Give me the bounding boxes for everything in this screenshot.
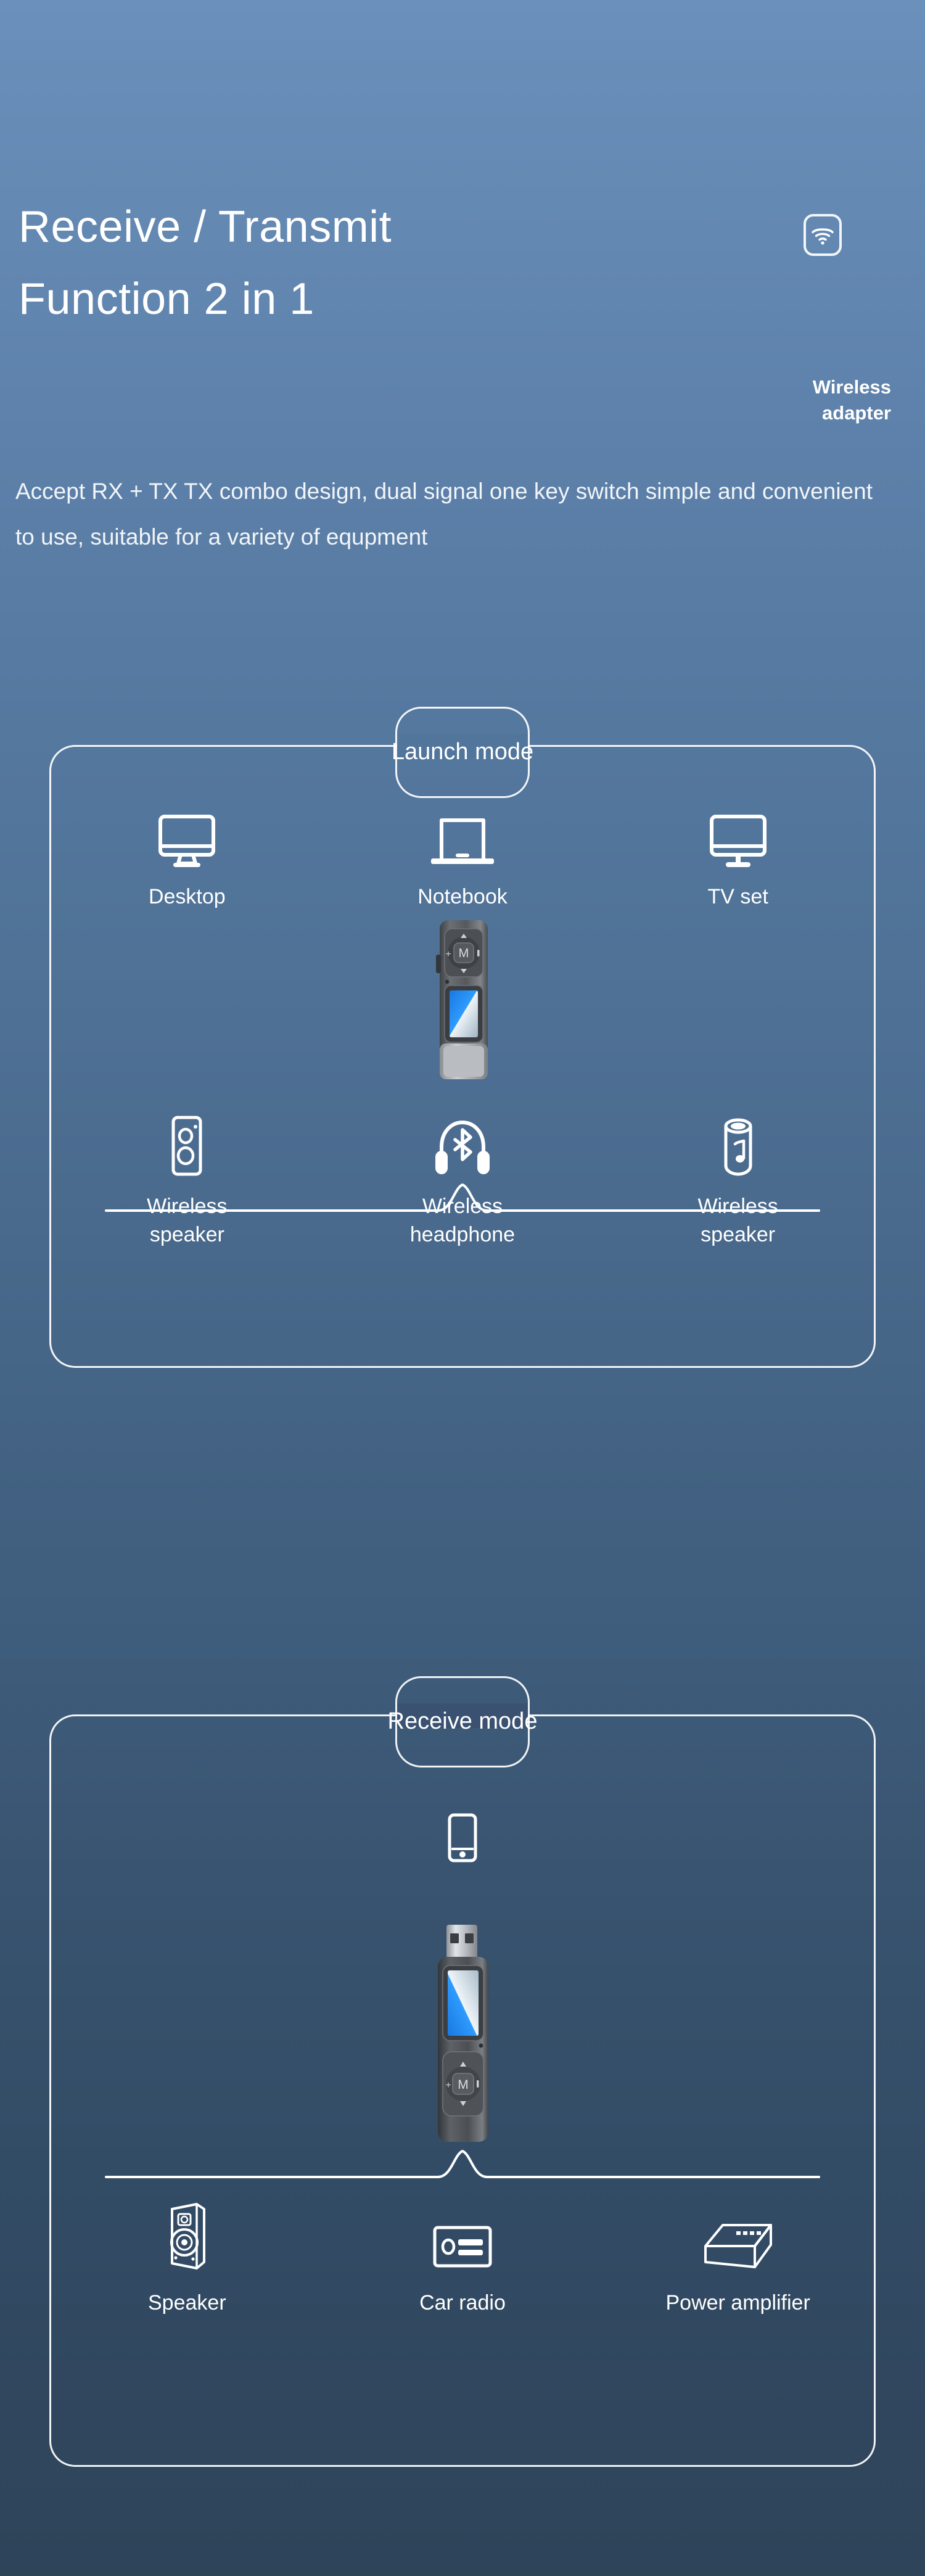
- source-label-tv: TV set: [707, 885, 768, 908]
- launch-target-row: Wireless speaker Wireless headphone Wire…: [49, 1115, 876, 1249]
- target-item-car-radio: Car radio: [325, 2202, 601, 2318]
- title-line-2: Function 2 in 1: [18, 274, 314, 324]
- source-item-notebook: Notebook: [325, 813, 601, 911]
- svg-text:+: +: [445, 2080, 451, 2091]
- target-label-cylinder-speaker: Wireless speaker: [697, 1195, 778, 1246]
- desktop-monitor-icon: [157, 813, 216, 870]
- source-label-desktop: Desktop: [148, 885, 226, 908]
- brand-line-2: adapter: [822, 402, 891, 424]
- cylinder-speaker-icon: [716, 1115, 760, 1177]
- box-speaker-icon: [165, 1115, 209, 1177]
- page-title: Receive / Transmit Function 2 in 1: [18, 191, 697, 335]
- target-item-headphone: Wireless headphone: [325, 1115, 601, 1249]
- amplifier-box-icon: [702, 2202, 775, 2271]
- car-radio-icon: [432, 2202, 493, 2271]
- target-item-cylinder-speaker: Wireless speaker: [600, 1115, 876, 1249]
- launch-source-row: Desktop Notebook TV set: [49, 813, 876, 911]
- usb-bluetooth-adapter-plug: M +: [419, 1921, 506, 2152]
- svg-text:M: M: [458, 2078, 469, 2092]
- receive-mode-tab-label: Receive mode: [387, 1708, 538, 1734]
- header-section: Receive / Transmit Function 2 in 1 Wirel…: [0, 0, 925, 654]
- receive-source-row: [49, 1813, 876, 1862]
- target-label-speaker: Speaker: [148, 2291, 226, 2315]
- source-item-desktop: Desktop: [49, 813, 325, 911]
- launch-mode-tab: Launch mode: [391, 707, 534, 798]
- source-item-smartphone: [49, 1813, 876, 1862]
- target-label-amplifier: Power amplifier: [665, 2291, 810, 2315]
- launch-mode-tab-label: Launch mode: [391, 739, 534, 765]
- receive-mode-tab: Receive mode: [388, 1676, 537, 1767]
- smartphone-icon: [446, 1813, 479, 1862]
- receive-target-row: Speaker Car radio Power amplifier: [49, 2202, 876, 2318]
- target-item-amplifier: Power amplifier: [600, 2202, 876, 2318]
- source-label-notebook: Notebook: [417, 885, 508, 908]
- svg-text:+: +: [445, 949, 451, 960]
- bluetooth-headphone-icon: [428, 1115, 497, 1177]
- receive-connector-bracket: [105, 2150, 820, 2178]
- wifi-icon: [804, 214, 842, 256]
- target-item-speaker: Speaker: [49, 2202, 325, 2318]
- target-label-car-radio: Car radio: [419, 2291, 506, 2315]
- usb-bluetooth-adapter-front: M +: [422, 918, 503, 1143]
- laptop-icon: [428, 813, 497, 870]
- product-description: Accept RX + TX TX combo design, dual sig…: [15, 479, 873, 549]
- launch-mode-panel: Launch mode Desktop Notebook TV set M + …: [49, 707, 876, 1368]
- source-item-tv: TV set: [600, 813, 876, 911]
- receive-mode-panel: Receive mode M + Speaker Car radio Power…: [49, 1676, 876, 2467]
- target-label-headphone: Wireless headphone: [409, 1195, 516, 1246]
- target-item-box-speaker: Wireless speaker: [49, 1115, 325, 1249]
- brand-name: Wireless adapter: [694, 374, 891, 426]
- tv-icon: [709, 813, 768, 870]
- tower-speaker-icon: [161, 2202, 213, 2271]
- svg-text:M: M: [459, 947, 469, 960]
- brand-line-1: Wireless: [812, 376, 891, 398]
- target-label-box-speaker: Wireless speaker: [147, 1195, 228, 1246]
- title-line-1: Receive / Transmit: [18, 202, 392, 252]
